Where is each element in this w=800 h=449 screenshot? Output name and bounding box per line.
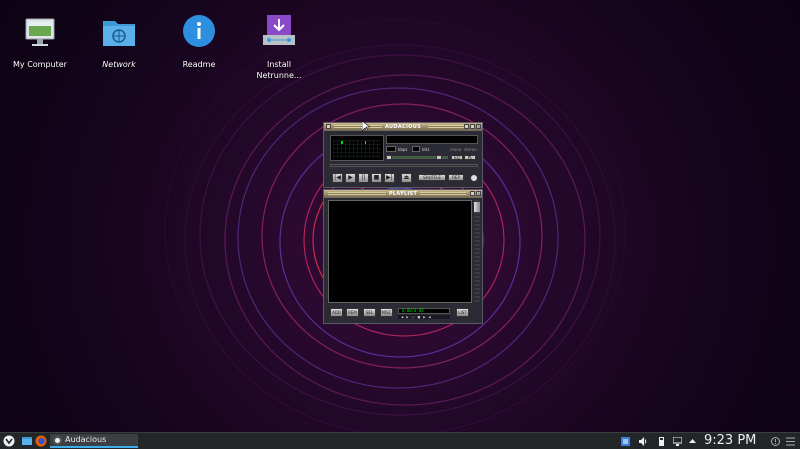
network-status-icon[interactable] — [673, 437, 682, 446]
notifications-icon[interactable] — [771, 437, 780, 446]
firefox-icon[interactable] — [35, 435, 47, 447]
desktop: My Computer Network Readme Install Netru… — [0, 0, 800, 432]
balance-thumb[interactable] — [436, 155, 442, 160]
desktop-icon-label: Network — [102, 60, 136, 69]
volume-icon[interactable] — [639, 437, 648, 446]
eject-button[interactable]: ⏏ — [401, 173, 412, 183]
list-menu-button[interactable]: LIST — [456, 308, 469, 317]
network-folder-icon — [99, 13, 139, 53]
playlist-close-button[interactable]: × — [476, 191, 481, 196]
next-button[interactable]: ▶| — [384, 173, 395, 183]
desktop-icon-my-computer[interactable]: My Computer — [1, 13, 79, 70]
volume-thumb[interactable] — [386, 155, 392, 160]
song-title-display[interactable] — [386, 135, 478, 144]
stereo-label: stereo — [464, 147, 477, 152]
taskbar: Audacious 9:23 PM — [0, 432, 800, 449]
device-notifier-icon[interactable] — [657, 437, 666, 446]
desktop-icon-label: Install Netrunne... — [256, 60, 302, 80]
volume-slider[interactable] — [386, 156, 436, 159]
desktop-icon-network[interactable]: Network — [80, 13, 158, 70]
taskbar-task-audacious[interactable]: Audacious — [50, 434, 138, 448]
minimize-button[interactable] — [464, 124, 469, 129]
panel-options-icon[interactable] — [786, 437, 795, 446]
task-label: Audacious — [65, 435, 107, 444]
samplerate-box — [412, 146, 420, 152]
desktop-icon-label: My Computer — [13, 60, 67, 69]
tray-expand-arrow-icon[interactable] — [688, 437, 697, 446]
playlist-mini-controls[interactable]: ◀ ▶ || ■ ▶ ⏏ — [398, 315, 450, 319]
audacious-playlist-window[interactable]: PLAYLIST × ADD REM SEL MISC 0:00/0:00 ◀ … — [323, 189, 483, 324]
shade-button[interactable] — [470, 124, 475, 129]
audacious-main-window[interactable]: AUDACIOUS × kbps kHz mono stereo EQ PL |… — [323, 122, 483, 188]
kbps-label: kbps — [398, 147, 408, 152]
playlist-track-list[interactable] — [328, 200, 472, 303]
clock[interactable]: 9:23 PM — [704, 433, 756, 449]
application-launcher-icon[interactable] — [3, 435, 15, 447]
mono-label: mono — [450, 147, 462, 152]
desktop-icon-install[interactable]: Install Netrunne... — [240, 13, 318, 81]
select-button[interactable]: SEL — [363, 308, 376, 317]
shuffle-button[interactable]: SHUFFLE — [418, 174, 446, 181]
seek-bar[interactable] — [330, 164, 478, 167]
visualizer-display[interactable] — [330, 135, 384, 161]
remove-button[interactable]: REM — [346, 308, 359, 317]
playlist-scroll-thumb[interactable] — [474, 202, 480, 212]
previous-button[interactable]: |◀ — [332, 173, 343, 183]
file-manager-icon[interactable] — [21, 435, 33, 447]
close-button[interactable]: × — [476, 124, 481, 129]
playlist-shade-button[interactable] — [470, 191, 475, 196]
installer-icon — [259, 13, 299, 53]
menu-button[interactable] — [326, 124, 331, 129]
eq-toggle-button[interactable]: EQ — [451, 155, 463, 160]
playlist-time-display: 0:00/0:00 — [398, 308, 450, 314]
stop-button[interactable]: ■ — [371, 173, 382, 183]
add-button[interactable]: ADD — [330, 308, 343, 317]
playlist-scrollbar[interactable] — [474, 200, 480, 303]
audacious-app-icon — [53, 436, 62, 445]
pause-button[interactable]: || — [358, 173, 369, 183]
playlist-title: PLAYLIST — [388, 191, 418, 197]
info-icon — [179, 13, 219, 53]
desktop-icon-label: Readme — [182, 60, 216, 69]
play-button[interactable]: ▶ — [345, 173, 356, 183]
audacious-logo-icon[interactable] — [470, 174, 478, 182]
playlist-toggle-button[interactable]: PL — [464, 155, 476, 160]
repeat-button[interactable]: REP — [448, 174, 464, 181]
khz-label: kHz — [422, 147, 430, 152]
misc-button[interactable]: MISC — [380, 308, 393, 317]
tray-app-icon[interactable] — [621, 437, 630, 446]
main-titlebar[interactable]: AUDACIOUS × — [324, 123, 482, 131]
window-title: AUDACIOUS — [385, 124, 421, 130]
computer-icon — [20, 13, 60, 53]
playlist-titlebar[interactable]: PLAYLIST × — [324, 190, 482, 198]
mouse-cursor-icon — [362, 121, 370, 133]
bitrate-box — [386, 146, 396, 152]
desktop-icon-readme[interactable]: Readme — [160, 13, 238, 70]
